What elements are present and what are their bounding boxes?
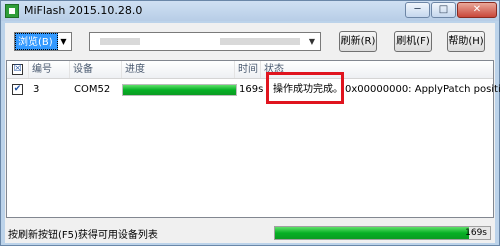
status-message: 0x00000000: ApplyPatch position: [345, 84, 500, 95]
overall-progress-fill: [275, 227, 469, 239]
title-bar[interactable]: MiFlash 2015.10.28.0 ─ □ ✕: [1, 1, 499, 21]
rom-path-combobox[interactable]: ▼: [89, 32, 321, 51]
obscured-path-text: [100, 38, 140, 45]
chevron-down-icon[interactable]: ▼: [57, 34, 70, 49]
maximize-button[interactable]: □: [431, 2, 456, 18]
overall-time: 169s: [465, 228, 487, 238]
refresh-button[interactable]: 刷新(R): [339, 31, 377, 52]
miflash-app-icon: [5, 4, 19, 18]
device-list[interactable]: ☒ 编号 设备 进度 时间 状态 ✔ 3 COM52 169s 操作成功完成。 …: [6, 60, 500, 218]
table-header: ☒ 编号 设备 进度 时间 状态: [7, 61, 493, 79]
status-bar-text: 按刷新按钮(F5)获得可用设备列表: [8, 230, 158, 241]
column-header-time[interactable]: 时间: [235, 61, 261, 78]
column-header-progress[interactable]: 进度: [122, 61, 235, 78]
row-progress-bar: [122, 84, 237, 96]
chevron-down-icon[interactable]: ▼: [305, 34, 319, 49]
status-highlight-box: [266, 72, 344, 104]
row-checkbox[interactable]: ✔: [12, 84, 23, 95]
device-number: 3: [33, 84, 40, 95]
table-row[interactable]: ✔ 3 COM52 169s 操作成功完成。 0x00000000: Apply…: [7, 72, 500, 104]
close-button[interactable]: ✕: [457, 2, 497, 18]
elapsed-time: 169s: [239, 84, 264, 95]
browse-dropdown[interactable]: 浏览(B) ▼: [14, 32, 72, 51]
help-button[interactable]: 帮助(H): [447, 31, 485, 52]
client-area: 浏览(B) ▼ ▼ 刷新(R) 刷机(F) 帮助(H) ☒ 编号 设备 进度 时: [5, 23, 500, 243]
flash-button[interactable]: 刷机(F): [394, 31, 432, 52]
row-progress-fill: [123, 85, 236, 95]
window-title: MiFlash 2015.10.28.0: [24, 4, 143, 17]
window-controls: ─ □ ✕: [405, 2, 497, 18]
select-all-checkbox[interactable]: ☒: [12, 64, 23, 75]
column-header-device[interactable]: 设备: [70, 61, 122, 78]
browse-dropdown-value: 浏览(B): [15, 33, 58, 50]
column-header-number[interactable]: 编号: [29, 61, 70, 78]
miflash-window: MiFlash 2015.10.28.0 ─ □ ✕ 浏览(B) ▼ ▼ 刷新(…: [0, 0, 500, 246]
obscured-path-text: [220, 38, 300, 45]
overall-progress-bar: 169s: [274, 226, 491, 240]
toolbar: 浏览(B) ▼ ▼ 刷新(R) 刷机(F) 帮助(H): [5, 23, 495, 58]
minimize-button[interactable]: ─: [405, 2, 430, 18]
header-checkbox-column[interactable]: ☒: [7, 61, 29, 78]
device-port: COM52: [74, 84, 111, 95]
status-bar: 按刷新按钮(F5)获得可用设备列表 169s: [5, 222, 495, 243]
